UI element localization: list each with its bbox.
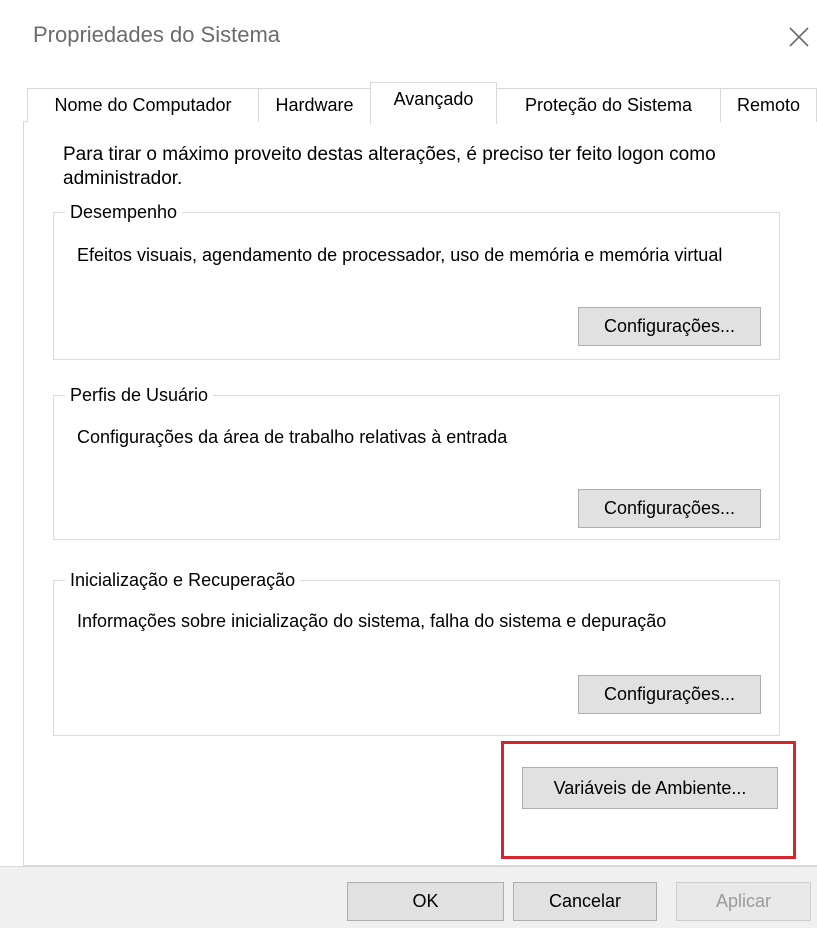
title-bar: Propriedades do Sistema bbox=[0, 0, 817, 72]
performance-settings-button[interactable]: Configurações... bbox=[578, 307, 761, 346]
startup-recovery-settings-button[interactable]: Configurações... bbox=[578, 675, 761, 714]
tab-system-protection[interactable]: Proteção do Sistema bbox=[496, 88, 721, 122]
admin-note: Para tirar o máximo proveito destas alte… bbox=[63, 144, 716, 189]
cancel-button[interactable]: Cancelar bbox=[513, 882, 657, 921]
tab-strip: Nome do Computador Hardware Avançado Pro… bbox=[0, 72, 817, 124]
performance-legend: Desempenho bbox=[65, 201, 183, 223]
close-icon[interactable] bbox=[784, 22, 814, 52]
tab-advanced[interactable]: Avançado bbox=[370, 82, 497, 124]
window-title: Propriedades do Sistema bbox=[33, 22, 281, 47]
apply-button[interactable]: Aplicar bbox=[676, 882, 811, 921]
tab-remote[interactable]: Remoto bbox=[720, 88, 817, 122]
tab-computer-name[interactable]: Nome do Computador bbox=[27, 88, 259, 122]
user-profiles-description: Configurações da área de trabalho relati… bbox=[77, 427, 508, 447]
performance-description: Efeitos visuais, agendamento de processa… bbox=[77, 245, 723, 265]
user-profiles-settings-button[interactable]: Configurações... bbox=[578, 489, 761, 528]
environment-variables-button[interactable]: Variáveis de Ambiente... bbox=[522, 767, 778, 809]
tab-hardware[interactable]: Hardware bbox=[258, 88, 371, 122]
user-profiles-legend: Perfis de Usuário bbox=[65, 384, 214, 406]
dialog-footer: OK Cancelar Aplicar bbox=[0, 866, 817, 928]
startup-recovery-legend: Inicialização e Recuperação bbox=[65, 569, 301, 591]
startup-recovery-description: Informações sobre inicialização do siste… bbox=[77, 611, 667, 631]
ok-button[interactable]: OK bbox=[347, 882, 504, 921]
